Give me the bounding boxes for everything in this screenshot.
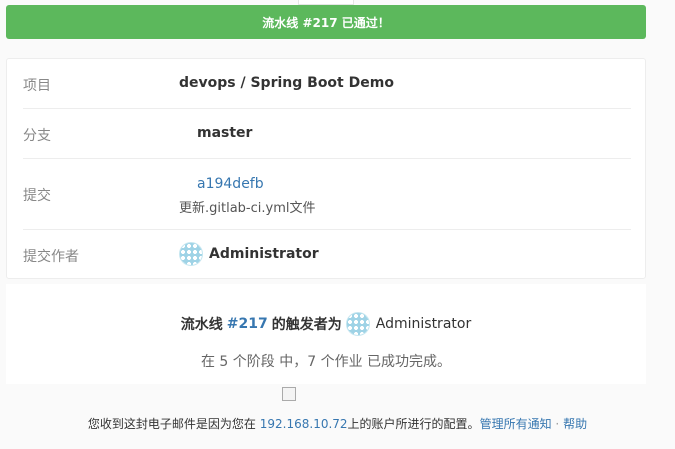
commit-message: 更新.gitlab-ci.yml文件 xyxy=(179,201,316,216)
author-avatar xyxy=(179,242,203,266)
project-value: devops / Spring Boot Demo xyxy=(179,75,394,91)
footer-host-link[interactable]: 192.168.10.72 xyxy=(260,417,348,431)
project-label: 项目 xyxy=(23,78,51,94)
broken-image-icon xyxy=(282,387,296,401)
commit-row: 提交 a194defb 更新.gitlab-ci.yml文件 xyxy=(23,159,631,230)
footer-suffix: 上的账户所进行的配置。 xyxy=(347,417,480,431)
project-row: 项目 devops / Spring Boot Demo xyxy=(23,59,631,109)
trigger-middle: 的触发者为 xyxy=(271,317,342,333)
banner-text: 流水线 #217 已通过！ xyxy=(262,15,390,30)
trigger-user-name: Administrator xyxy=(375,316,472,332)
branch-value: master xyxy=(197,125,253,141)
trigger-user-avatar xyxy=(345,312,370,336)
email-footer: 您收到这封电子邮件是因为您在 192.168.10.72上的账户所进行的配置。管… xyxy=(0,415,675,432)
commit-sha-link[interactable]: a194defb xyxy=(197,176,264,192)
footer-separator: · xyxy=(555,417,560,431)
author-name: Administrator xyxy=(209,246,319,262)
pipeline-id-link[interactable]: #217 xyxy=(227,316,268,332)
commit-label: 提交 xyxy=(23,188,51,204)
author-label: 提交作者 xyxy=(23,249,79,265)
author-row: 提交作者 Administrator xyxy=(23,230,631,280)
branch-label: 分支 xyxy=(23,128,51,144)
branch-row: 分支 master xyxy=(23,109,631,159)
pipeline-summary: 流水线 #217 的触发者为 Administrator 在 5 个阶段 中，7… xyxy=(6,284,646,384)
stages-summary: 在 5 个阶段 中，7 个作业 已成功完成。 xyxy=(200,354,452,370)
commit-author: Administrator xyxy=(179,242,319,266)
trigger-line: 流水线 #217 的触发者为 Administrator xyxy=(6,312,646,336)
footer-prefix: 您收到这封电子邮件是因为您在 xyxy=(87,417,256,431)
pipeline-status-banner: 流水线 #217 已通过！ xyxy=(6,5,646,39)
help-link[interactable]: 帮助 xyxy=(563,417,587,431)
manage-notifications-link[interactable]: 管理所有通知 xyxy=(480,417,552,431)
trigger-prefix: 流水线 xyxy=(180,317,223,333)
pipeline-info-card: 项目 devops / Spring Boot Demo 分支 master 提… xyxy=(6,58,646,279)
